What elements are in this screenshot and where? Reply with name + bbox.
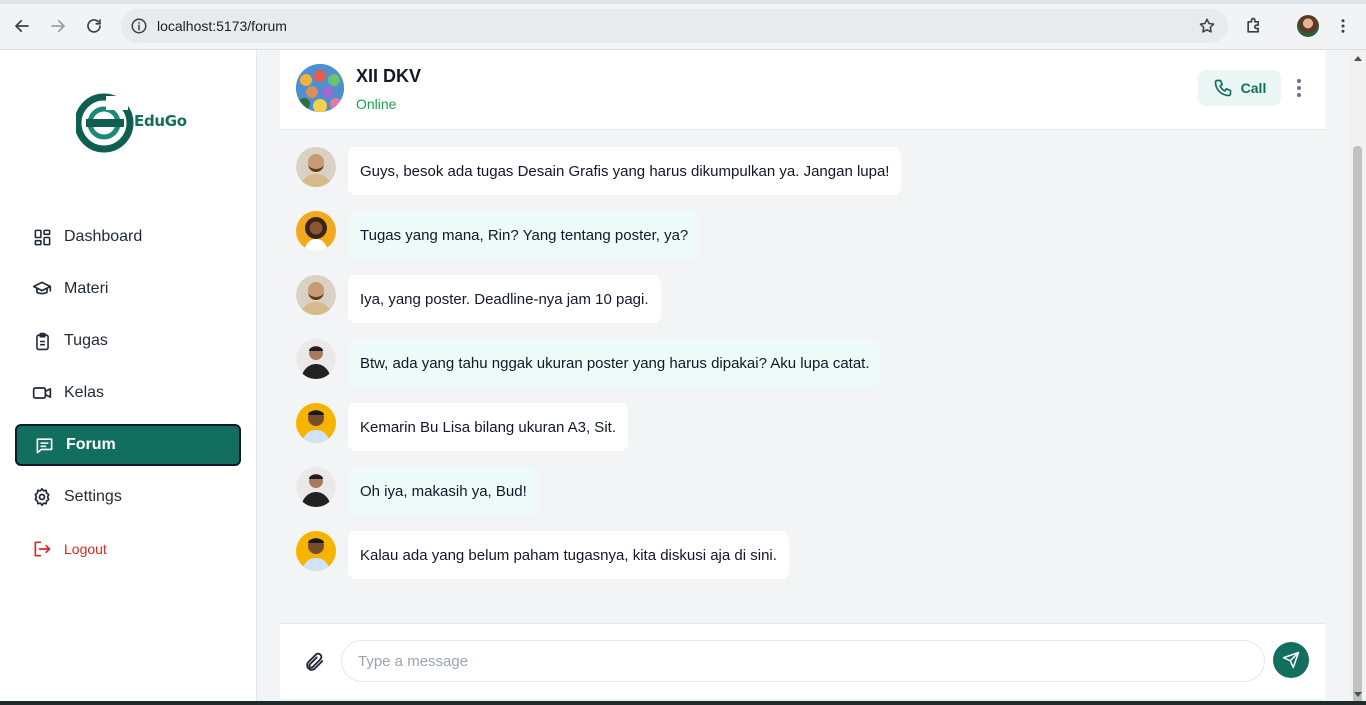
logout-label: Logout — [64, 541, 107, 557]
chat-panel: XII DKV Online Call Guys, besok ada tuga… — [257, 50, 1350, 705]
phone-icon — [1214, 79, 1231, 97]
sidebar-item-materi[interactable]: Materi — [15, 268, 241, 310]
graduation-cap-icon — [32, 279, 52, 299]
avatar[interactable] — [296, 403, 336, 443]
message-item: Oh iya, makasih ya, Bud! — [296, 467, 539, 515]
arrow-left-icon — [15, 19, 29, 33]
clipboard-icon — [32, 331, 52, 351]
sidebar-item-dashboard[interactable]: Dashboard — [15, 216, 241, 258]
arrow-right-icon — [51, 19, 65, 33]
message-item: Kalau ada yang belum paham tugasnya, kit… — [296, 531, 789, 579]
group-name: XII DKV — [356, 66, 422, 86]
logout-icon — [32, 539, 52, 559]
scroll-up-arrow[interactable] — [1354, 56, 1362, 61]
dot — [1297, 79, 1301, 83]
avatar[interactable] — [296, 339, 336, 379]
forward-button[interactable] — [45, 13, 71, 39]
message-input[interactable] — [341, 640, 1265, 682]
address-bar[interactable]: localhost:5173/forum — [121, 9, 1228, 43]
dot — [1297, 93, 1301, 97]
online-status: Online — [356, 96, 397, 112]
message-bubble: Btw, ada yang tahu nggak ukuran poster y… — [348, 339, 882, 387]
url-text: localhost:5173/forum — [157, 18, 287, 34]
sidebar-item-kelas[interactable]: Kelas — [15, 372, 241, 414]
logout-button[interactable]: Logout — [15, 528, 241, 570]
avatar[interactable] — [296, 211, 336, 251]
avatar[interactable] — [296, 147, 336, 187]
dashboard-icon — [32, 227, 52, 247]
site-info-icon[interactable] — [130, 17, 148, 35]
chat-header: XII DKV Online Call — [280, 50, 1325, 130]
sidebar-nav: Dashboard Materi Tugas Kelas Forum Setti… — [15, 216, 241, 580]
kebab-menu-icon — [1341, 19, 1345, 33]
extensions-button[interactable] — [1241, 13, 1267, 39]
edugo-logo[interactable]: EduGo — [74, 88, 187, 158]
tab-strip — [0, 0, 1366, 4]
back-button[interactable] — [9, 13, 35, 39]
message-bubble: Oh iya, makasih ya, Bud! — [348, 467, 539, 515]
logo-mark-icon — [74, 93, 134, 153]
avatar[interactable] — [296, 467, 336, 507]
send-button[interactable] — [1273, 642, 1309, 678]
sidebar-item-label: Dashboard — [64, 228, 143, 245]
message-bubble: Kemarin Bu Lisa bilang ukuran A3, Sit. — [348, 403, 628, 451]
puzzle-icon — [1247, 17, 1259, 33]
message-bubble: Kalau ada yang belum paham tugasnya, kit… — [348, 531, 789, 579]
more-options-button[interactable] — [1292, 76, 1306, 100]
browser-toolbar: localhost:5173/forum — [0, 0, 1366, 50]
sidebar-item-label: Kelas — [64, 384, 105, 401]
call-button[interactable]: Call — [1198, 70, 1281, 106]
profile-avatar[interactable] — [1297, 15, 1319, 37]
message-bubble: Guys, besok ada tugas Desain Grafis yang… — [348, 147, 902, 195]
group-avatar[interactable] — [296, 64, 344, 112]
call-label: Call — [1240, 80, 1267, 96]
scroll-down-arrow[interactable] — [1354, 692, 1362, 697]
paperclip-icon — [306, 652, 324, 671]
sidebar-item-forum[interactable]: Forum — [15, 424, 241, 466]
message-icon — [34, 435, 54, 455]
message-composer — [280, 623, 1325, 699]
os-taskbar-edge — [0, 701, 1366, 705]
sidebar-item-settings[interactable]: Settings — [15, 476, 241, 518]
message-item: Iya, yang poster. Deadline-nya jam 10 pa… — [296, 275, 661, 323]
dot — [1297, 86, 1301, 90]
message-item: Guys, besok ada tugas Desain Grafis yang… — [296, 147, 902, 195]
message-bubble: Tugas yang mana, Rin? Yang tentang poste… — [348, 211, 701, 259]
browser-menu-button[interactable] — [1330, 13, 1356, 39]
attach-button[interactable] — [302, 650, 326, 674]
logo-text: EduGo — [134, 112, 187, 130]
sidebar: EduGo Dashboard Materi Tugas Kelas Forum… — [0, 50, 257, 705]
sidebar-item-tugas[interactable]: Tugas — [15, 320, 241, 362]
bookmark-star-icon[interactable] — [1198, 17, 1216, 35]
sidebar-item-label: Tugas — [64, 332, 108, 349]
message-item: Tugas yang mana, Rin? Yang tentang poste… — [296, 211, 701, 259]
avatar[interactable] — [296, 531, 336, 571]
sidebar-item-label: Settings — [64, 488, 122, 505]
page-scrollbar[interactable] — [1350, 50, 1366, 705]
avatar[interactable] — [296, 275, 336, 315]
reload-button[interactable] — [81, 13, 107, 39]
scroll-thumb[interactable] — [1353, 146, 1362, 705]
sidebar-item-label: Materi — [64, 280, 109, 297]
send-icon — [1282, 651, 1300, 669]
reload-icon — [87, 19, 101, 33]
video-icon — [32, 383, 52, 403]
sidebar-item-label: Forum — [66, 436, 116, 453]
message-item: Kemarin Bu Lisa bilang ukuran A3, Sit. — [296, 403, 628, 451]
gear-icon — [32, 487, 52, 507]
message-item: Btw, ada yang tahu nggak ukuran poster y… — [296, 339, 882, 387]
message-bubble: Iya, yang poster. Deadline-nya jam 10 pa… — [348, 275, 661, 323]
